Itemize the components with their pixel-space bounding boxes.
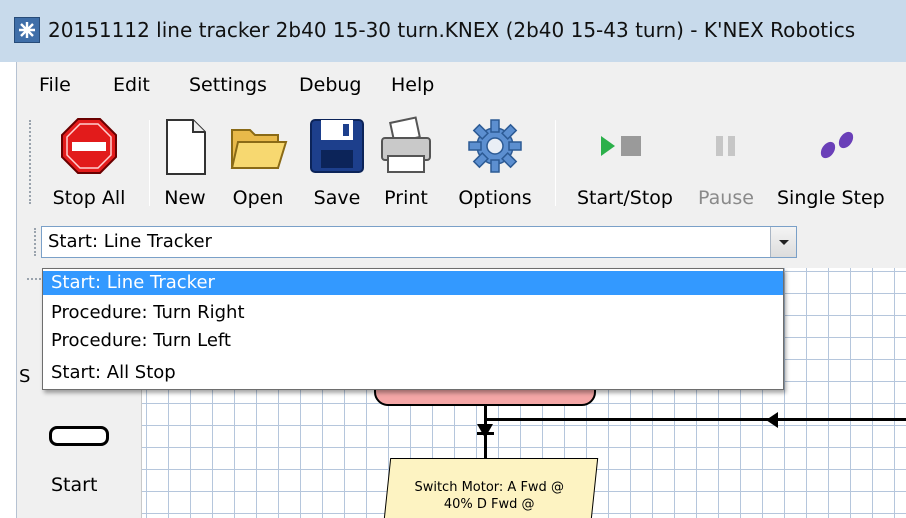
- switch-motor-text: Switch Motor: A Fwd @ 40% D Fwd @: [414, 480, 564, 512]
- stop-all-button[interactable]: Stop All: [39, 112, 139, 212]
- gear-icon: [468, 119, 522, 173]
- save-disk-icon: [310, 119, 364, 173]
- dropdown-arrow-icon: [779, 240, 789, 245]
- footsteps-icon: [820, 131, 854, 159]
- printer-icon: [381, 116, 431, 173]
- print-button[interactable]: Print: [373, 112, 439, 212]
- toolbar-separator: [149, 120, 150, 206]
- stop-all-label: Stop All: [52, 187, 126, 209]
- start-stop-button[interactable]: Start/Stop: [563, 112, 687, 212]
- menu-help[interactable]: Help: [391, 74, 434, 96]
- stop-sign-icon: [61, 118, 117, 174]
- single-step-label: Single Step: [777, 187, 885, 209]
- app-icon[interactable]: [14, 17, 40, 43]
- options-button[interactable]: Options: [445, 112, 545, 212]
- menu-bar: File Edit Settings Debug Help: [16, 62, 906, 106]
- dropdown-option[interactable]: Procedure: Turn Left: [43, 329, 783, 353]
- menu-settings[interactable]: Settings: [189, 74, 267, 96]
- window-title: 20151112 line tracker 2b40 15-30 turn.KN…: [48, 18, 856, 42]
- start-block-label[interactable]: Start: [51, 474, 97, 496]
- menu-debug[interactable]: Debug: [299, 74, 361, 96]
- start-block-shape[interactable]: [49, 426, 109, 446]
- pause-button[interactable]: Pause: [691, 112, 761, 212]
- program-dropdown-list: Start: Line Tracker Procedure: Turn Righ…: [42, 268, 784, 390]
- menu-file[interactable]: File: [39, 74, 71, 96]
- flow-junction: [477, 432, 494, 435]
- toolbar-separator: [555, 120, 556, 206]
- dropdown-option[interactable]: Start: All Stop: [43, 361, 783, 385]
- new-file-icon: [166, 119, 206, 175]
- options-label: Options: [458, 187, 532, 209]
- pause-icon: [716, 136, 735, 156]
- toolbar: Stop All New Open Save Print Options Sta…: [16, 106, 906, 218]
- start-stop-label: Start/Stop: [576, 187, 673, 209]
- program-selector-bar: Start: Line Tracker: [16, 218, 906, 268]
- open-label: Open: [232, 187, 284, 209]
- flow-arrow-left: [766, 412, 778, 428]
- single-step-button[interactable]: Single Step: [769, 112, 906, 212]
- combo-grip[interactable]: [34, 228, 37, 256]
- program-select-value: Start: Line Tracker: [48, 231, 212, 252]
- flow-arrow-down: [477, 424, 493, 438]
- play-stop-icon: [601, 136, 641, 156]
- save-button[interactable]: Save: [307, 112, 367, 212]
- switch-motor-block[interactable]: Switch Motor: A Fwd @ 40% D Fwd @: [381, 458, 599, 518]
- open-button[interactable]: Open: [221, 112, 295, 212]
- dropdown-button[interactable]: [770, 227, 796, 257]
- palette-hidden-label: S: [19, 366, 31, 387]
- program-select[interactable]: Start: Line Tracker: [41, 226, 797, 258]
- menu-edit[interactable]: Edit: [113, 74, 150, 96]
- print-label: Print: [384, 187, 428, 209]
- new-button[interactable]: New: [157, 112, 213, 212]
- flow-connector: [484, 418, 906, 421]
- toolbar-grip[interactable]: [29, 120, 32, 204]
- open-folder-icon: [230, 129, 288, 169]
- save-label: Save: [313, 187, 361, 209]
- pause-label: Pause: [698, 187, 754, 209]
- new-label: New: [164, 187, 206, 209]
- dropdown-option[interactable]: Start: Line Tracker: [43, 271, 783, 295]
- dropdown-option[interactable]: Procedure: Turn Right: [43, 301, 783, 325]
- title-bar: 20151112 line tracker 2b40 15-30 turn.KN…: [0, 0, 906, 62]
